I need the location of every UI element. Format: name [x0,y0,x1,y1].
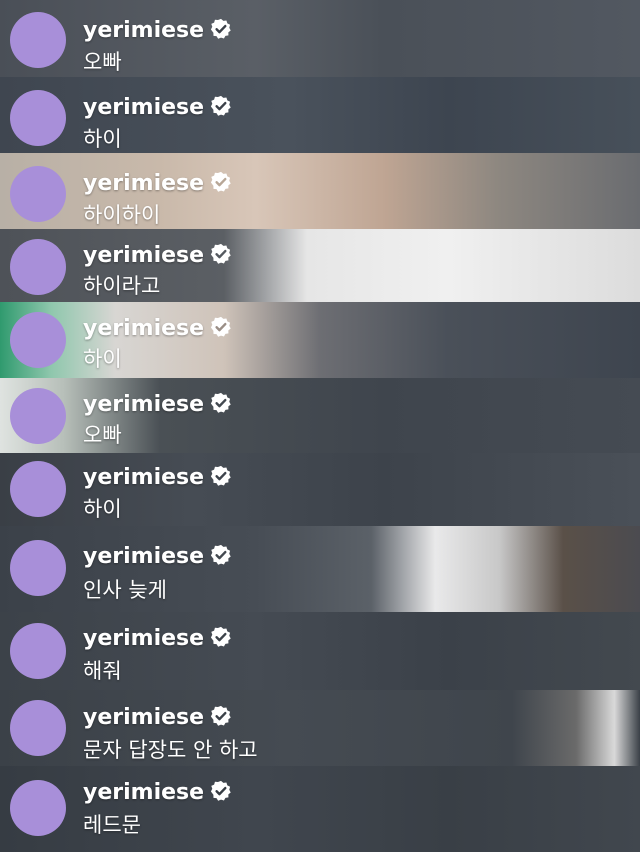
avatar[interactable] [10,312,66,368]
comment-row: yerimiese 하이 [0,302,640,378]
comment-text: 해줘 [83,659,122,683]
comment-text: 오빠 [83,423,122,447]
username-text: yerimiese [83,171,205,196]
username[interactable]: yerimiese [83,18,232,44]
comment-text: 하이 [83,127,122,151]
comment-text: 레드문 [83,813,141,837]
username[interactable]: yerimiese [83,465,232,491]
avatar[interactable] [10,700,66,756]
comment-text: 하이 [83,497,122,521]
verified-badge-icon [210,626,231,647]
username-text: yerimiese [83,626,205,651]
username[interactable]: yerimiese [83,243,232,269]
comment-row: yerimiese 하이하이 [0,153,640,229]
username-text: yerimiese [83,243,205,268]
comment-row: yerimiese 문자 답장도 안 하고 [0,690,640,766]
username[interactable]: yerimiese [83,95,232,121]
avatar[interactable] [10,623,66,679]
verified-badge-icon [210,544,231,565]
verified-badge-icon [210,18,231,39]
comment-text: 하이하이 [83,203,161,227]
avatar[interactable] [10,780,66,836]
comment-text: 하이 [83,347,122,371]
avatar[interactable] [10,90,66,146]
avatar[interactable] [10,239,66,295]
username-text: yerimiese [83,18,205,43]
username[interactable]: yerimiese [83,780,232,806]
avatar[interactable] [10,12,66,68]
comment-row: yerimiese 하이라고 [0,229,640,302]
username[interactable]: yerimiese [83,316,232,342]
comment-row: yerimiese 레드문 [0,766,640,852]
comment-text: 인사 늦게 [83,578,167,602]
comment-row: yerimiese 인사 늦게 [0,526,640,612]
avatar[interactable] [10,166,66,222]
comment-row: yerimiese 하이 [0,453,640,526]
username-text: yerimiese [83,95,205,120]
username-text: yerimiese [83,705,205,730]
comment-text: 문자 답장도 안 하고 [83,738,258,762]
comment-feed: yerimiese 오빠 yerimiese 하이 yerimiese 하이하이… [0,0,640,852]
verified-badge-icon [210,316,231,337]
comment-text: 오빠 [83,50,122,74]
username-text: yerimiese [83,392,205,417]
username[interactable]: yerimiese [83,544,232,570]
username[interactable]: yerimiese [83,626,232,652]
verified-badge-icon [210,465,231,486]
avatar[interactable] [10,388,66,444]
username[interactable]: yerimiese [83,705,232,731]
username-text: yerimiese [83,316,205,341]
verified-badge-icon [210,243,231,264]
verified-badge-icon [210,171,231,192]
verified-badge-icon [210,705,231,726]
verified-badge-icon [210,95,231,116]
verified-badge-icon [210,780,231,801]
avatar[interactable] [10,461,66,517]
verified-badge-icon [210,392,231,413]
username[interactable]: yerimiese [83,392,232,418]
comment-text: 하이라고 [83,274,161,298]
username-text: yerimiese [83,780,205,805]
username[interactable]: yerimiese [83,171,232,197]
comment-row: yerimiese 하이 [0,77,640,153]
video-background [0,766,640,852]
comment-row: yerimiese 오빠 [0,378,640,453]
comment-row: yerimiese 해줘 [0,612,640,690]
username-text: yerimiese [83,465,205,490]
username-text: yerimiese [83,544,205,569]
avatar[interactable] [10,540,66,596]
comment-row: yerimiese 오빠 [0,0,640,77]
